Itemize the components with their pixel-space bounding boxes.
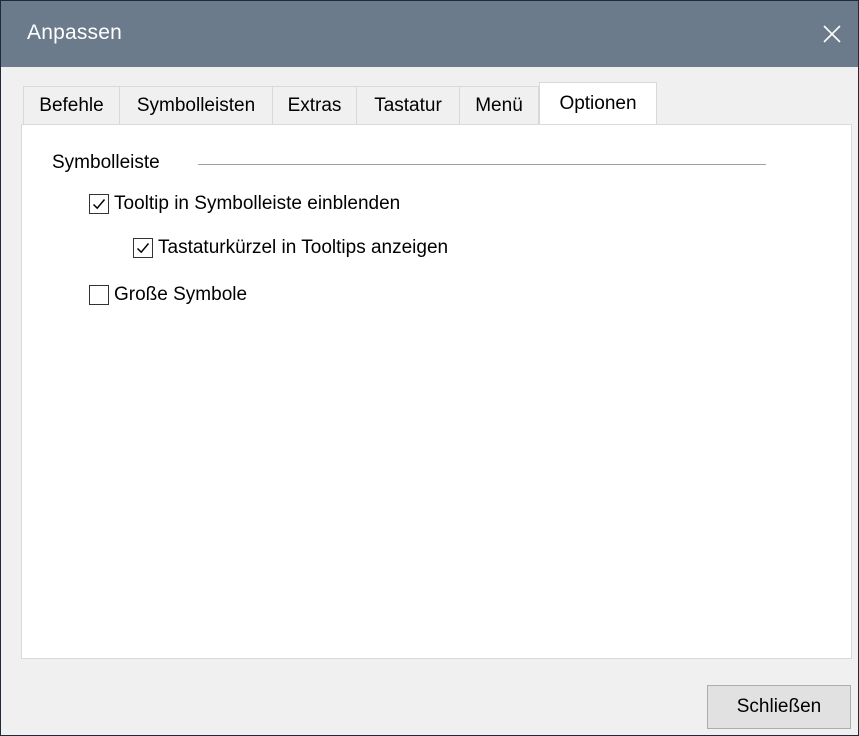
- tab-befehle[interactable]: Befehle: [23, 86, 119, 124]
- checkbox-row-show-shortcuts[interactable]: Tastaturkürzel in Tooltips anzeigen: [133, 237, 448, 259]
- tab-optionen[interactable]: Optionen: [539, 82, 657, 124]
- checkbox-show-shortcuts[interactable]: [133, 238, 153, 258]
- checkmark-icon: [136, 243, 150, 254]
- tab-extras[interactable]: Extras: [272, 86, 356, 124]
- checkbox-label-large-icons: Große Symbole: [114, 284, 248, 305]
- tab-symbolleisten[interactable]: Symbolleisten: [119, 86, 272, 124]
- checkbox-label-show-tooltip: Tooltip in Symbolleiste einblenden: [114, 193, 401, 214]
- customize-dialog: Anpassen Befehle Symbolleisten Extras Ta…: [0, 0, 859, 736]
- tab-strip: Befehle Symbolleisten Extras Tastatur Me…: [23, 82, 657, 124]
- close-button[interactable]: Schließen: [707, 685, 851, 729]
- checkbox-label-show-shortcuts: Tastaturkürzel in Tooltips anzeigen: [158, 237, 449, 258]
- title-bar: Anpassen: [1, 1, 858, 67]
- checkmark-icon: [92, 199, 106, 210]
- close-icon: [823, 25, 841, 43]
- tab-tastatur[interactable]: Tastatur: [356, 86, 459, 124]
- checkbox-large-icons[interactable]: [89, 285, 109, 305]
- tab-menue[interactable]: Menü: [459, 86, 539, 124]
- checkbox-show-tooltip[interactable]: [89, 194, 109, 214]
- checkbox-row-show-tooltip[interactable]: Tooltip in Symbolleiste einblenden: [89, 193, 400, 215]
- window-title: Anpassen: [27, 21, 123, 44]
- window-close-button[interactable]: [806, 1, 858, 67]
- options-panel: Symbolleiste Tooltip in Symbolleiste ein…: [21, 124, 852, 659]
- group-divider: [198, 164, 766, 165]
- checkbox-row-large-icons[interactable]: Große Symbole: [89, 284, 247, 306]
- group-label-symbolleiste: Symbolleiste: [52, 152, 160, 173]
